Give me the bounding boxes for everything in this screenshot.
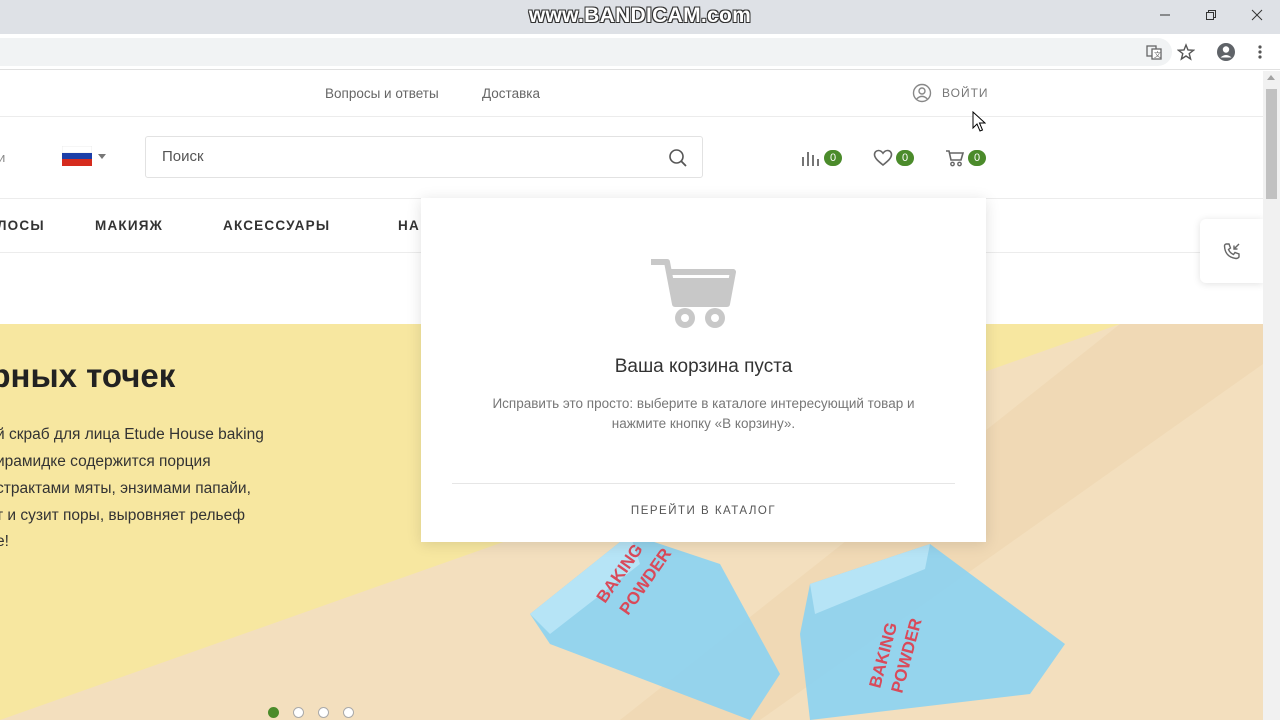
hero-text-line: ирамидке содержится порция bbox=[0, 453, 211, 470]
nav-item-partial[interactable]: НА bbox=[398, 218, 420, 233]
slider-dot-1[interactable] bbox=[268, 707, 279, 718]
bandicam-watermark: www.BANDICAM.com bbox=[528, 4, 752, 27]
cart-dropdown: Ваша корзина пуста Исправить это просто:… bbox=[421, 198, 986, 542]
site-topbar: Вопросы и ответы Доставка ВОЙТИ bbox=[0, 71, 1263, 117]
minimize-icon[interactable] bbox=[1142, 0, 1188, 30]
page-scrollbar[interactable] bbox=[1263, 71, 1280, 720]
hero-text-line: й скраб для лица Etude House baking bbox=[0, 426, 264, 443]
cut-off-text: и bbox=[0, 150, 6, 165]
cart-empty-description: Исправить это просто: выберите в каталог… bbox=[492, 396, 915, 431]
wishlist-count-badge: 0 bbox=[896, 150, 914, 166]
address-bar[interactable] bbox=[0, 38, 1172, 66]
chevron-down-icon bbox=[98, 153, 106, 159]
heart-icon bbox=[873, 149, 893, 167]
compare-button[interactable]: 0 bbox=[801, 149, 842, 167]
compare-chart-icon bbox=[802, 152, 819, 166]
login-label: ВОЙТИ bbox=[942, 86, 989, 100]
callback-button[interactable] bbox=[1200, 219, 1263, 283]
hero-title: ёрных точек bbox=[0, 357, 176, 394]
wishlist-button[interactable]: 0 bbox=[873, 149, 914, 167]
slider-dot-2[interactable] bbox=[293, 707, 304, 718]
translate-icon[interactable]: 文 bbox=[1144, 42, 1164, 62]
delivery-link[interactable]: Доставка bbox=[482, 86, 540, 101]
divider bbox=[452, 483, 955, 484]
hero-text-line: страктами мяты, энзимами папайи, bbox=[0, 480, 251, 497]
profile-icon[interactable] bbox=[1216, 42, 1236, 62]
nav-item-accessories[interactable]: АКСЕССУАРЫ bbox=[223, 218, 330, 233]
hero-text-line: т и сузит поры, выровняет рельеф bbox=[0, 507, 245, 524]
user-circle-icon bbox=[912, 83, 932, 103]
empty-cart-icon bbox=[651, 259, 736, 328]
mouse-cursor-icon bbox=[972, 111, 986, 132]
scroll-up-icon[interactable] bbox=[1267, 75, 1275, 80]
menu-icon[interactable] bbox=[1250, 42, 1270, 62]
slider-dot-4[interactable] bbox=[343, 707, 354, 718]
slider-dots bbox=[268, 707, 354, 718]
cart-button[interactable]: 0 bbox=[945, 149, 986, 167]
browser-titlebar: www.BANDICAM.com bbox=[0, 0, 1280, 34]
phone-incoming-icon bbox=[1223, 243, 1240, 260]
svg-text:文: 文 bbox=[1154, 50, 1161, 59]
browser-toolbar: 文 bbox=[0, 34, 1280, 70]
restore-icon[interactable] bbox=[1188, 0, 1234, 30]
bookmark-star-icon[interactable] bbox=[1176, 42, 1196, 62]
search-icon[interactable] bbox=[668, 148, 688, 168]
search-input[interactable]: Поиск bbox=[162, 148, 204, 165]
compare-count-badge: 0 bbox=[824, 150, 842, 166]
faq-link[interactable]: Вопросы и ответы bbox=[325, 86, 439, 101]
product-image: BAKING POWDER BAKING POWDER bbox=[530, 534, 1065, 720]
close-icon[interactable] bbox=[1234, 0, 1280, 30]
go-to-catalog-link[interactable]: ПЕРЕЙТИ В КАТАЛОГ bbox=[421, 505, 986, 517]
nav-item-hair[interactable]: ЛОСЫ bbox=[0, 218, 45, 233]
page-viewport: Вопросы и ответы Доставка ВОЙТИ и Поиск … bbox=[0, 71, 1263, 720]
russia-flag-icon bbox=[62, 146, 92, 166]
site-header: и Поиск bbox=[0, 118, 1263, 198]
cart-empty-title: Ваша корзина пуста bbox=[614, 356, 793, 377]
cart-icon bbox=[946, 150, 965, 167]
slider-dot-3[interactable] bbox=[318, 707, 329, 718]
login-button[interactable]: ВОЙТИ bbox=[912, 83, 989, 103]
hero-text-line: е! bbox=[0, 533, 9, 550]
scrollbar-thumb[interactable] bbox=[1266, 89, 1277, 199]
nav-item-makeup[interactable]: МАКИЯЖ bbox=[95, 218, 163, 233]
search-box[interactable]: Поиск bbox=[145, 136, 703, 178]
cart-count-badge: 0 bbox=[968, 150, 986, 166]
language-selector[interactable] bbox=[62, 146, 106, 166]
